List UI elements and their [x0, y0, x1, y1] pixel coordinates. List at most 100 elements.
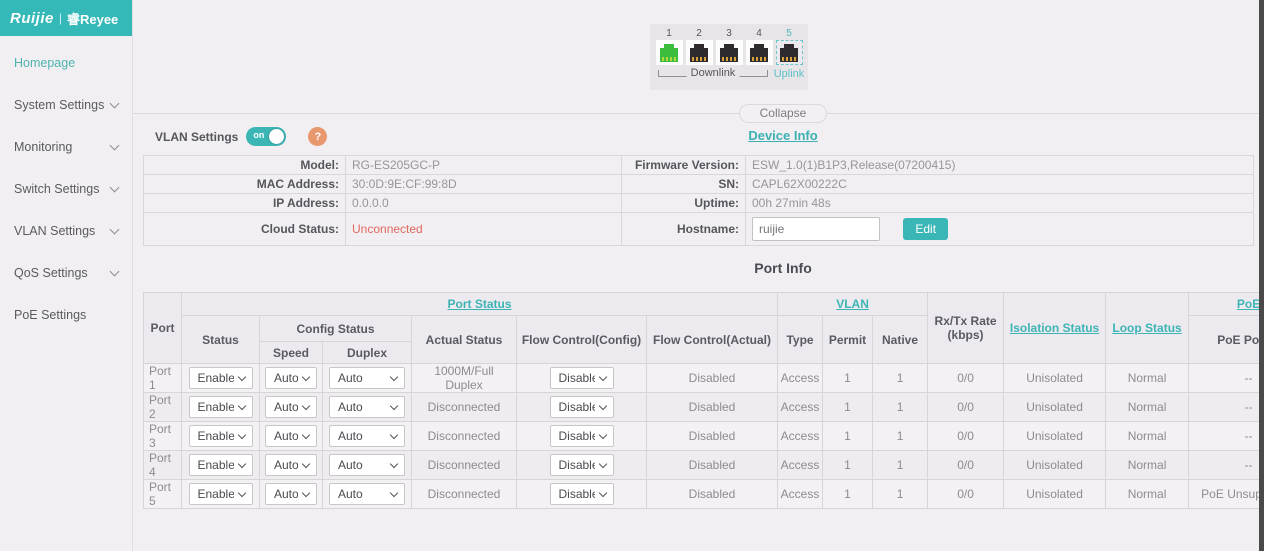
status-select[interactable]: Enabled: [189, 396, 253, 418]
flow-control-config-select[interactable]: Disabled: [550, 367, 614, 389]
port-1[interactable]: 1: [654, 27, 684, 65]
device-info-row: Model: RG-ES205GC-P Firmware Version: ES…: [144, 156, 1254, 175]
device-info-row: MAC Address: 30:0D:9E:CF:99:8D SN: CAPL6…: [144, 175, 1254, 194]
flow-control-config-dropdown: Disabled: [550, 367, 614, 389]
speed-select[interactable]: Auto: [265, 367, 317, 389]
flow-control-config-cell: Disabled: [517, 393, 647, 422]
col-poe-power: PoE Power: [1189, 316, 1264, 364]
collapse-button[interactable]: Collapse: [739, 104, 827, 123]
status-select[interactable]: Enabled: [189, 425, 253, 447]
sidebar-item-label: Homepage: [14, 56, 75, 70]
device-info-link[interactable]: Device Info: [748, 128, 817, 143]
loop-status-link[interactable]: Loop Status: [1112, 321, 1181, 335]
rj45-port-icon: [656, 40, 683, 65]
port-5[interactable]: 5: [774, 27, 804, 65]
isolation-cell: Unisolated: [1004, 480, 1106, 509]
duplex-select[interactable]: Auto: [329, 454, 405, 476]
sidebar-item-qos-settings[interactable]: QoS Settings: [0, 252, 132, 294]
isolation-status-link[interactable]: Isolation Status: [1010, 321, 1099, 335]
port-status-link[interactable]: Port Status: [448, 297, 512, 311]
poe-link[interactable]: PoE: [1237, 297, 1260, 311]
status-select[interactable]: Enabled: [189, 483, 253, 505]
port-cell: Port 1: [144, 364, 182, 393]
sidebar-item-switch-settings[interactable]: Switch Settings: [0, 168, 132, 210]
mac-label: MAC Address:: [144, 175, 346, 194]
port-4[interactable]: 4: [744, 27, 774, 65]
flow-control-config-dropdown: Disabled: [550, 396, 614, 418]
flow-control-config-select[interactable]: Disabled: [550, 454, 614, 476]
duplex-select[interactable]: Auto: [329, 396, 405, 418]
chevron-down-icon: [110, 99, 120, 109]
rj45-connector-icon: [720, 48, 738, 62]
rj45-port-icon: [776, 40, 803, 65]
port-cell: Port 3: [144, 422, 182, 451]
flow-control-config-select[interactable]: Disabled: [550, 425, 614, 447]
rj45-connector-icon: [750, 48, 768, 62]
vlan-link[interactable]: VLAN: [836, 297, 869, 311]
device-info-row: IP Address: 0.0.0.0 Uptime: 00h 27min 48…: [144, 194, 1254, 213]
port-diagram-panel: 12345 Downlink Uplink: [650, 24, 808, 90]
col-native: Native: [873, 316, 928, 364]
native-cell: 1: [873, 364, 928, 393]
ports-row: 12345: [650, 24, 808, 65]
uptime-label: Uptime:: [622, 194, 746, 213]
speed-select[interactable]: Auto: [265, 483, 317, 505]
flow-control-config-select[interactable]: Disabled: [550, 396, 614, 418]
permit-cell: 1: [823, 364, 873, 393]
duplex-select[interactable]: Auto: [329, 483, 405, 505]
status-select[interactable]: Enabled: [189, 367, 253, 389]
speed-select[interactable]: Auto: [265, 396, 317, 418]
col-duplex: Duplex: [323, 342, 412, 364]
hostname-input[interactable]: [752, 217, 880, 241]
port-table-header: Port Port Status VLAN Rx/Tx Rate (kbps) …: [144, 293, 1264, 364]
permit-cell: 1: [823, 451, 873, 480]
port-2[interactable]: 2: [684, 27, 714, 65]
device-info-row: Cloud Status: Unconnected Hostname: Edit: [144, 213, 1254, 246]
sidebar-item-vlan-settings[interactable]: VLAN Settings: [0, 210, 132, 252]
vertical-scrollbar[interactable]: [1259, 0, 1264, 551]
flow-control-config-select[interactable]: Disabled: [550, 483, 614, 505]
speed-select[interactable]: Auto: [265, 454, 317, 476]
sidebar-item-monitoring[interactable]: Monitoring: [0, 126, 132, 168]
sidebar-item-system-settings[interactable]: System Settings: [0, 84, 132, 126]
col-loop-status: Loop Status: [1106, 293, 1189, 364]
status-select[interactable]: Enabled: [189, 454, 253, 476]
port-number: 3: [714, 27, 744, 40]
sidebar-item-homepage[interactable]: Homepage: [0, 42, 132, 84]
col-permit: Permit: [823, 316, 873, 364]
actual-status-cell: Disconnected: [412, 422, 517, 451]
duplex-select[interactable]: Auto: [329, 425, 405, 447]
native-cell: 1: [873, 393, 928, 422]
section-divider: [133, 113, 1264, 114]
port-table-row: Port 2EnabledAutoAutoDisconnectedDisable…: [144, 393, 1264, 422]
rate-cell: 0/0: [928, 393, 1004, 422]
col-type: Type: [778, 316, 823, 364]
status-dropdown: Enabled: [189, 454, 253, 476]
firmware-label: Firmware Version:: [622, 156, 746, 175]
edit-hostname-button[interactable]: Edit: [903, 218, 948, 240]
vlan-settings-toggle[interactable]: on: [246, 127, 286, 146]
speed-cell: Auto: [260, 451, 323, 480]
speed-cell: Auto: [260, 422, 323, 451]
duplex-select[interactable]: Auto: [329, 367, 405, 389]
rj45-port-icon: [686, 40, 713, 65]
port-number: 1: [654, 27, 684, 40]
col-flow-control-config: Flow Control(Config): [517, 316, 647, 364]
sidebar-nav: Homepage System Settings Monitoring Swit…: [0, 36, 132, 336]
actual-status-cell: 1000M/Full Duplex: [412, 364, 517, 393]
loop-cell: Normal: [1106, 451, 1189, 480]
isolation-cell: Unisolated: [1004, 422, 1106, 451]
port-3[interactable]: 3: [714, 27, 744, 65]
speed-select[interactable]: Auto: [265, 425, 317, 447]
actual-status-cell: Disconnected: [412, 480, 517, 509]
status-cell: Enabled: [182, 364, 260, 393]
flow-control-config-cell: Disabled: [517, 451, 647, 480]
port-info-title: Port Info: [754, 260, 812, 276]
help-icon[interactable]: ?: [308, 127, 327, 146]
sidebar-item-poe-settings[interactable]: PoE Settings: [0, 294, 132, 336]
type-cell: Access: [778, 422, 823, 451]
native-cell: 1: [873, 451, 928, 480]
type-cell: Access: [778, 393, 823, 422]
group-poe: PoE: [1189, 293, 1264, 316]
rate-cell: 0/0: [928, 480, 1004, 509]
